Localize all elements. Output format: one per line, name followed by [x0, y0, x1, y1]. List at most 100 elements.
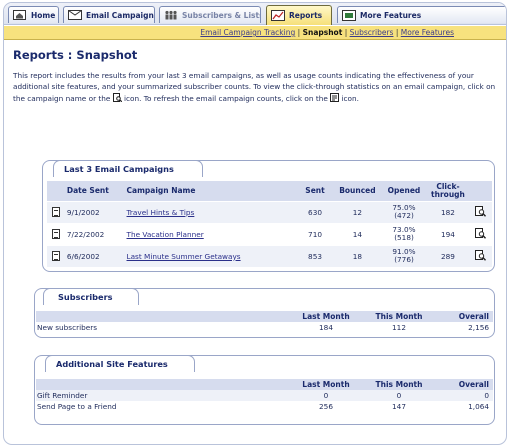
- subscribers-panel-heading: Subscribers: [43, 288, 139, 308]
- col-label: [36, 379, 291, 390]
- col-this-month: This Month: [361, 379, 437, 390]
- col-last-month: Last Month: [291, 311, 361, 322]
- magnifier-icon[interactable]: [468, 200, 492, 223]
- opened-cell: 91.0% (776): [380, 244, 428, 267]
- tab-reports[interactable]: Reports: [266, 5, 332, 25]
- features-icon: [341, 9, 356, 21]
- refresh-icon[interactable]: [47, 200, 66, 223]
- page-title: Reports : Snapshot: [13, 48, 138, 62]
- tab-reports-label: Reports: [289, 11, 323, 20]
- table-row: New subscribers 184 112 2,156: [36, 322, 493, 333]
- table-row: Gift Reminder 0 0 0: [36, 390, 493, 401]
- tab-more-features[interactable]: More Features: [337, 6, 506, 23]
- sent-count: 630: [296, 200, 334, 223]
- col-campaign-name: Campaign Name: [125, 181, 297, 201]
- subnav-more-features[interactable]: More Features: [401, 28, 454, 37]
- tab-subscribers-lists-label: Subscribers & Lists: [182, 10, 261, 20]
- magnifier-icon[interactable]: [468, 222, 492, 245]
- table-row: 7/22/2002 The Vacation Planner 710 14 73…: [47, 222, 492, 245]
- opened-cell: 73.0% (518): [380, 222, 428, 245]
- date-sent: 7/22/2002: [65, 222, 126, 245]
- col-this-month: This Month: [361, 311, 437, 322]
- intro-text-part-2: icon. To refresh the email campaign coun…: [121, 93, 331, 103]
- sent-count: 710: [296, 222, 334, 245]
- bounced-count: 18: [333, 244, 381, 267]
- people-icon: [163, 10, 178, 21]
- campaign-name-link[interactable]: Travel Hints & Tips: [125, 200, 297, 223]
- row-label: Send Page to a Friend: [36, 401, 291, 412]
- this-month-value: 0: [361, 390, 437, 401]
- main-tab-bar: Home Email Campaigns Subscribers & Lists…: [4, 3, 506, 25]
- col-bounced: Bounced: [333, 181, 381, 201]
- row-label: New subscribers: [36, 322, 291, 333]
- envelope-icon: [67, 10, 82, 21]
- date-sent: 9/1/2002: [65, 200, 126, 223]
- row-label: Gift Reminder: [36, 390, 291, 401]
- opened-cell: 75.0% (472): [380, 200, 428, 223]
- tab-more-features-label: More Features: [360, 10, 422, 20]
- campaigns-table: Date Sent Campaign Name Sent Bounced Ope…: [47, 181, 492, 267]
- refresh-icon[interactable]: [47, 244, 66, 267]
- col-click-through: Click-through: [427, 181, 469, 201]
- subscribers-table: Last Month This Month Overall New subscr…: [36, 311, 493, 333]
- table-row: Send Page to a Friend 256 147 1,064: [36, 401, 493, 412]
- click-through-count: 182: [427, 200, 469, 223]
- campaigns-panel: Last 3 Email Campaigns Date Sent Campaig…: [42, 160, 495, 272]
- subnav-separator: |: [297, 28, 301, 37]
- subnav-subscribers[interactable]: Subscribers: [350, 28, 394, 37]
- opened-count: (776): [394, 255, 414, 265]
- opened-count: (518): [394, 233, 414, 242]
- tab-email-campaigns[interactable]: Email Campaigns: [63, 6, 155, 23]
- tab-home[interactable]: Home: [8, 6, 59, 23]
- tab-email-campaigns-label: Email Campaigns: [86, 10, 155, 20]
- tab-subscribers-lists[interactable]: Subscribers & Lists: [159, 6, 261, 23]
- opened-count: (472): [394, 211, 414, 220]
- chart-icon: [270, 10, 285, 21]
- tab-home-label: Home: [31, 10, 56, 20]
- click-through-count: 289: [427, 244, 469, 267]
- col-date-sent: Date Sent: [65, 181, 126, 201]
- col-sent: Sent: [296, 181, 334, 201]
- click-through-count: 194: [427, 222, 469, 245]
- magnifier-icon: [112, 92, 122, 103]
- subnav-email-campaign-tracking[interactable]: Email Campaign Tracking: [200, 28, 295, 37]
- features-panel-heading: Additional Site Features: [45, 355, 195, 375]
- features-table: Last Month This Month Overall Gift Remin…: [36, 379, 493, 412]
- intro-text: This report includes the results from yo…: [13, 70, 501, 104]
- refresh-icon[interactable]: [47, 222, 66, 245]
- subscribers-panel: Subscribers Last Month This Month Overal…: [34, 288, 495, 338]
- col-overall: Overall: [437, 311, 493, 322]
- this-month-value: 112: [361, 322, 437, 333]
- table-row: 6/6/2002 Last Minute Summer Getaways 853…: [47, 244, 492, 267]
- col-overall: Overall: [437, 379, 493, 390]
- refresh-icon: [330, 92, 340, 102]
- campaigns-panel-heading: Last 3 Email Campaigns: [53, 160, 203, 180]
- overall-value: 1,064: [437, 401, 493, 412]
- campaign-name-link[interactable]: The Vacation Planner: [125, 222, 297, 245]
- magnifier-icon[interactable]: [468, 244, 492, 267]
- table-row: 9/1/2002 Travel Hints & Tips 630 12 75.0…: [47, 200, 492, 223]
- col-view: [468, 181, 492, 201]
- app-frame: Home Email Campaigns Subscribers & Lists…: [3, 2, 507, 445]
- reports-subnav: Email Campaign Tracking | Snapshot | Sub…: [4, 26, 506, 40]
- subnav-snapshot[interactable]: Snapshot: [303, 28, 343, 37]
- bounced-count: 12: [333, 200, 381, 223]
- col-opened: Opened: [380, 181, 428, 201]
- home-icon: [12, 10, 27, 21]
- intro-text-part-3: icon.: [339, 93, 359, 103]
- bounced-count: 14: [333, 222, 381, 245]
- this-month-value: 147: [361, 401, 437, 412]
- subnav-separator: |: [395, 28, 399, 37]
- col-icon: [47, 181, 66, 201]
- campaign-name-link[interactable]: Last Minute Summer Getaways: [125, 244, 297, 267]
- overall-value: 2,156: [437, 322, 493, 333]
- subnav-separator: |: [344, 28, 348, 37]
- date-sent: 6/6/2002: [65, 244, 126, 267]
- features-panel: Additional Site Features Last Month This…: [34, 355, 495, 425]
- col-label: [36, 311, 291, 322]
- last-month-value: 0: [291, 390, 361, 401]
- col-last-month: Last Month: [291, 379, 361, 390]
- last-month-value: 256: [291, 401, 361, 412]
- sent-count: 853: [296, 244, 334, 267]
- overall-value: 0: [437, 390, 493, 401]
